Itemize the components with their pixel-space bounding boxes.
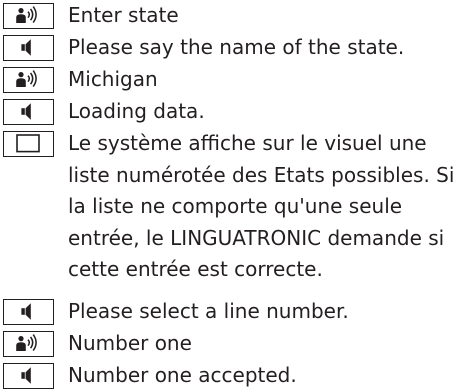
- dialog-step: Please say the name of the state.: [0, 32, 462, 63]
- step-text: Le système affiche sur le visuel une lis…: [68, 131, 455, 281]
- voice-command-icon: [3, 67, 54, 93]
- dialog-step: Loading data.: [0, 96, 462, 127]
- step-text: Loading data.: [68, 99, 205, 123]
- dialog-step: Number one: [0, 328, 462, 359]
- dialog-step: Number one accepted.: [0, 360, 462, 391]
- dialog-step: Please select a line number.: [0, 296, 462, 327]
- dialog-step: Michigan: [0, 64, 462, 95]
- step-text: Number one: [68, 331, 192, 355]
- step-text: Number one accepted.: [68, 363, 297, 387]
- dialog-step: Le système affiche sur le visuel une lis…: [0, 128, 462, 286]
- speaker-icon: [3, 99, 54, 125]
- display-icon: [3, 131, 54, 157]
- voice-command-icon: [3, 3, 54, 29]
- voice-command-icon: [3, 331, 54, 357]
- step-text: Please say the name of the state.: [68, 35, 405, 59]
- speaker-icon: [3, 363, 54, 389]
- step-text: Please select a line number.: [68, 299, 349, 323]
- speaker-icon: [3, 299, 54, 325]
- speaker-icon: [3, 35, 54, 61]
- step-text: Michigan: [68, 67, 158, 91]
- step-text: Enter state: [68, 3, 179, 27]
- dialog-step: Enter state: [0, 0, 462, 31]
